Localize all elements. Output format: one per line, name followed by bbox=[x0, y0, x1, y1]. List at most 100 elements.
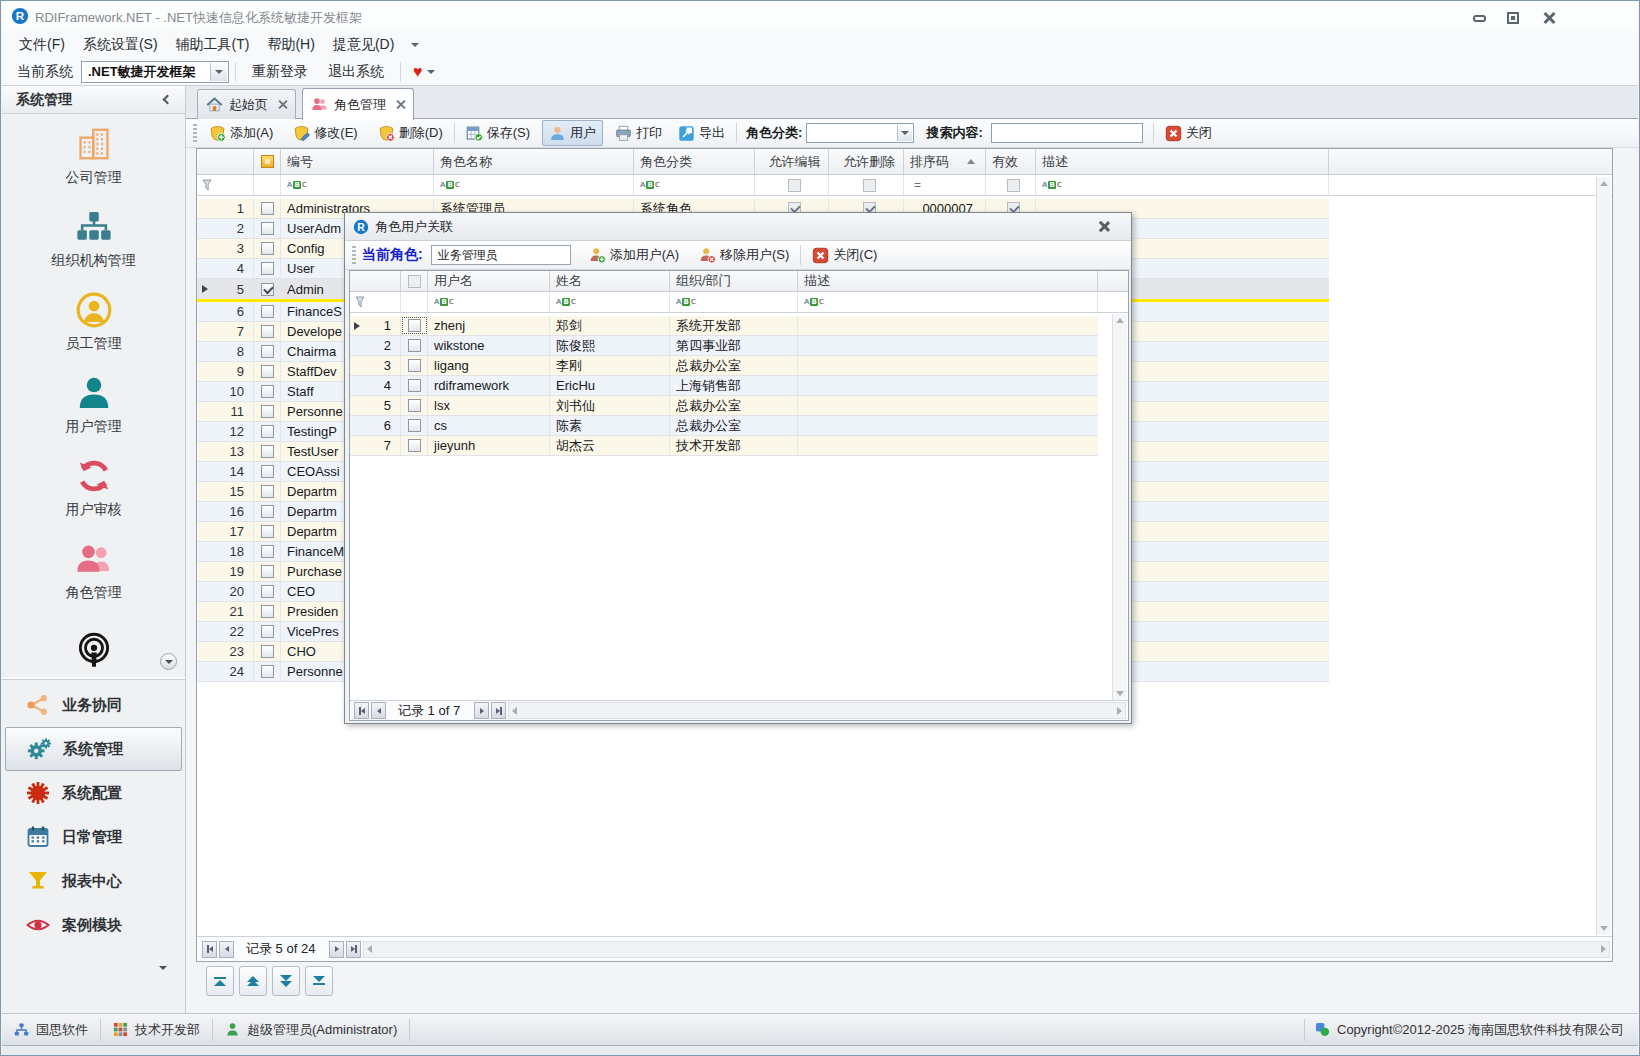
sidebar-module-building[interactable]: 公司管理 bbox=[2, 114, 185, 197]
grid-horizontal-scrollbar[interactable] bbox=[363, 941, 1610, 958]
tab-close-icon[interactable] bbox=[278, 100, 287, 109]
sidebar-nav-gears[interactable]: 系统管理 bbox=[5, 727, 182, 771]
last-record-button[interactable] bbox=[346, 941, 361, 958]
table-row[interactable]: 5lsx刘书仙总裁办公室 bbox=[350, 396, 1098, 416]
close-tab-button[interactable]: 关闭 bbox=[1159, 121, 1218, 145]
menu-tools[interactable]: 辅助工具(T) bbox=[167, 32, 259, 58]
combo-dropdown-button[interactable] bbox=[210, 63, 227, 81]
header-select-all[interactable] bbox=[254, 149, 281, 174]
select-all-checkbox[interactable] bbox=[261, 155, 274, 168]
system-combo[interactable]: .NET敏捷开发框架 bbox=[81, 61, 229, 83]
relogin-button[interactable]: 重新登录 bbox=[242, 59, 318, 85]
filter-allow-edit[interactable] bbox=[755, 175, 829, 195]
first-record-button[interactable] bbox=[202, 941, 217, 958]
collapse-icon[interactable] bbox=[163, 95, 173, 105]
sidebar-splitter[interactable] bbox=[2, 677, 185, 680]
tab-role-management[interactable]: 角色管理 bbox=[302, 88, 414, 120]
filter-department[interactable]: ABC bbox=[670, 292, 798, 312]
column-header-code[interactable]: 编号 bbox=[281, 149, 434, 174]
column-header-sort[interactable]: 排序码 bbox=[904, 149, 986, 174]
sidebar-module-user[interactable]: 用户管理 bbox=[2, 363, 185, 446]
dialog-close-icon[interactable] bbox=[1098, 221, 1109, 232]
filter-icon-cell[interactable] bbox=[350, 292, 401, 312]
last-record-button[interactable] bbox=[491, 702, 506, 719]
table-row[interactable]: 4rdiframeworkEricHu上海销售部 bbox=[350, 376, 1098, 396]
category-combo[interactable] bbox=[806, 123, 914, 143]
first-record-button[interactable] bbox=[354, 702, 369, 719]
filter-description[interactable]: ABC bbox=[798, 292, 1098, 312]
sidebar-module-roles[interactable]: 角色管理 bbox=[2, 529, 185, 612]
search-input[interactable] bbox=[991, 123, 1143, 143]
exit-button[interactable]: 退出系统 bbox=[318, 59, 394, 85]
go-next-button[interactable] bbox=[272, 966, 300, 996]
maximize-button[interactable] bbox=[1500, 10, 1526, 26]
menu-help[interactable]: 帮助(H) bbox=[258, 32, 323, 58]
table-row[interactable]: 1zhenj郑剑系统开发部 bbox=[350, 316, 1098, 336]
table-row[interactable]: 2wikstone陈俊熙第四事业部 bbox=[350, 336, 1098, 356]
table-row[interactable]: 7jieyunh胡杰云技术开发部 bbox=[350, 436, 1098, 456]
delete-button[interactable]: 删除(D) bbox=[372, 121, 449, 145]
column-header-description[interactable]: 描述 bbox=[1036, 149, 1329, 174]
filter-valid[interactable] bbox=[986, 175, 1036, 195]
remove-user-button[interactable]: 移除用户(S) bbox=[693, 243, 795, 267]
minimize-button[interactable] bbox=[1466, 10, 1492, 26]
filter-name[interactable]: ABC bbox=[434, 175, 634, 195]
column-header-category[interactable]: 角色分类 bbox=[634, 149, 755, 174]
grid-vertical-scrollbar[interactable] bbox=[1596, 177, 1611, 935]
favorite-icon[interactable]: ♥ bbox=[413, 63, 423, 81]
menu-system-settings[interactable]: 系统设置(S) bbox=[74, 32, 167, 58]
column-header-allow-delete[interactable]: 允许删除 bbox=[829, 149, 904, 174]
next-record-button[interactable] bbox=[329, 941, 344, 958]
table-row[interactable]: 3ligang李刚总裁办公室 bbox=[350, 356, 1098, 376]
tab-home[interactable]: 起始页 bbox=[197, 89, 296, 119]
go-prev-button[interactable] bbox=[239, 966, 267, 996]
export-button[interactable]: 导出 bbox=[672, 121, 731, 145]
user-button[interactable]: 用户 bbox=[542, 120, 603, 146]
save-button[interactable]: 保存(S) bbox=[460, 121, 536, 145]
tab-close-icon[interactable] bbox=[396, 100, 405, 109]
grid-horizontal-scrollbar[interactable] bbox=[508, 702, 1126, 719]
column-header-name[interactable]: 角色名称 bbox=[434, 149, 634, 174]
sidebar-module-orgchart[interactable]: 组织机构管理 bbox=[2, 197, 185, 280]
add-button[interactable]: 添加(A) bbox=[203, 121, 279, 145]
sidebar-module-employee[interactable]: 员工管理 bbox=[2, 280, 185, 363]
sidebar-header[interactable]: 系统管理 bbox=[2, 86, 185, 114]
current-role-value[interactable]: 业务管理员 bbox=[431, 245, 571, 265]
header-select-all[interactable] bbox=[401, 271, 428, 291]
filter-icon-cell[interactable] bbox=[197, 175, 254, 195]
prev-record-button[interactable] bbox=[371, 702, 386, 719]
column-header-username[interactable]: 用户名 bbox=[428, 271, 550, 291]
sidebar-module-audit[interactable]: 用户审核 bbox=[2, 446, 185, 529]
go-first-button[interactable] bbox=[206, 966, 234, 996]
column-header-valid[interactable]: 有效 bbox=[986, 149, 1036, 174]
next-record-button[interactable] bbox=[474, 702, 489, 719]
sidebar-nav-funnel[interactable]: 报表中心 bbox=[2, 859, 185, 903]
sidebar-nav-burst[interactable]: 系统配置 bbox=[2, 771, 185, 815]
edit-button[interactable]: 修改(E) bbox=[287, 121, 363, 145]
close-button[interactable] bbox=[1536, 10, 1562, 26]
sidebar-module-position[interactable] bbox=[2, 612, 185, 677]
dialog-title-bar[interactable]: R 角色用户关联 bbox=[345, 213, 1131, 241]
go-last-button[interactable] bbox=[305, 966, 333, 996]
column-header-allow-edit[interactable]: 允许编辑 bbox=[755, 149, 829, 174]
sidebar-nav-calendar[interactable]: 日常管理 bbox=[2, 815, 185, 859]
filter-category[interactable]: ABC bbox=[634, 175, 755, 195]
column-header-name[interactable]: 姓名 bbox=[550, 271, 670, 291]
filter-name[interactable]: ABC bbox=[550, 292, 670, 312]
sidebar-nav-share[interactable]: 业务协同 bbox=[2, 683, 185, 727]
print-button[interactable]: 打印 bbox=[609, 121, 668, 145]
column-header-description[interactable]: 描述 bbox=[798, 271, 1098, 291]
filter-sort[interactable]: = bbox=[904, 175, 986, 195]
prev-record-button[interactable] bbox=[219, 941, 234, 958]
menu-file[interactable]: 文件(F) bbox=[10, 32, 74, 58]
filter-username[interactable]: ABC bbox=[428, 292, 550, 312]
dialog-close-button[interactable]: 关闭(C) bbox=[806, 243, 883, 267]
grid-vertical-scrollbar[interactable] bbox=[1112, 314, 1127, 700]
overflow-icon[interactable] bbox=[159, 970, 167, 985]
filter-code[interactable]: ABC bbox=[281, 175, 434, 195]
menu-feedback[interactable]: 提意见(D) bbox=[324, 32, 403, 58]
table-row[interactable]: 6cs陈素总裁办公室 bbox=[350, 416, 1098, 436]
filter-allow-delete[interactable] bbox=[829, 175, 904, 195]
add-user-button[interactable]: 添加用户(A) bbox=[583, 243, 685, 267]
toolbar-grip[interactable] bbox=[193, 124, 197, 142]
